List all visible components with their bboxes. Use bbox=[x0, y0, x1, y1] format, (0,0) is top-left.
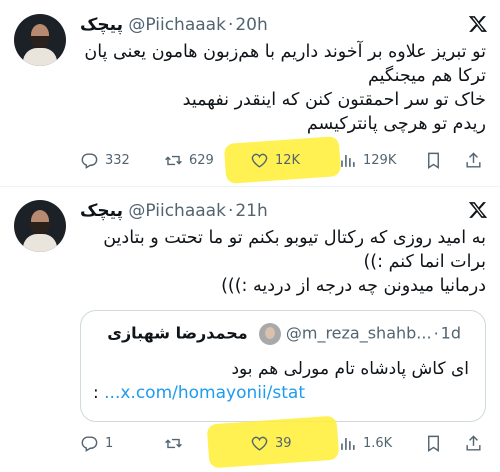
reply-button[interactable]: 1 bbox=[80, 431, 113, 455]
tweet-text-line: ترکا هم میجنگیم bbox=[367, 66, 486, 86]
like-button[interactable]: 39 bbox=[250, 431, 292, 455]
reply-count: 332 bbox=[105, 152, 130, 168]
tweet-actions: 332 629 12K 129K bbox=[80, 148, 486, 172]
quoted-tweet[interactable]: محمدرضا شهبازی @m_reza_shahb... · 1d ای کا… bbox=[80, 310, 486, 422]
quoted-tweet-header: محمدرضا شهبازی @m_reza_shahb... · 1d bbox=[107, 323, 461, 345]
quoted-avatar bbox=[258, 323, 281, 345]
heart-icon bbox=[251, 153, 268, 168]
reply-icon bbox=[81, 435, 98, 452]
quoted-timestamp: 1d bbox=[440, 323, 461, 343]
timestamp[interactable]: 20h bbox=[235, 15, 267, 35]
tweet-header: پیچک @Piichaaak · 21h bbox=[80, 201, 268, 221]
tweet-text-line: درمانیا میدونن چه درجه از دردیه :))) bbox=[221, 276, 486, 296]
bookmark-icon bbox=[428, 152, 439, 169]
quoted-text-prefix: : bbox=[93, 383, 105, 403]
tweet-text-line: برات انما کنم :)) bbox=[363, 252, 486, 272]
tweet-actions: 1 39 1.6K bbox=[80, 431, 486, 455]
views-count: 129K bbox=[363, 152, 397, 168]
views-icon bbox=[341, 437, 355, 450]
author-name[interactable]: پیچک bbox=[80, 201, 123, 221]
retweet-count: 629 bbox=[189, 152, 214, 168]
share-icon bbox=[466, 434, 481, 451]
quoted-author-name: محمدرضا شهبازی bbox=[107, 323, 248, 343]
tweet-text: تو تبریز علاوه بر آخوند داریم با هم‌زبون… bbox=[80, 40, 486, 136]
views-button[interactable]: 129K bbox=[338, 148, 396, 172]
reply-icon bbox=[81, 152, 98, 169]
like-count: 12K bbox=[275, 152, 301, 168]
share-icon bbox=[466, 151, 481, 168]
retweet-icon bbox=[165, 155, 182, 165]
views-count: 1.6K bbox=[363, 435, 393, 451]
bookmark-button[interactable] bbox=[424, 431, 443, 455]
tweet-text-line: به امید روزی که رکتال تیوبو بکنم تو ما ت… bbox=[103, 228, 486, 248]
author-handle[interactable]: @Piichaaak bbox=[128, 201, 226, 221]
timestamp[interactable]: 21h bbox=[235, 201, 267, 221]
quoted-text-line: ای کاش پادشاه تام مورلی هم بود bbox=[231, 359, 469, 379]
quoted-link[interactable]: ...x.com/homayonii/stat bbox=[104, 383, 305, 403]
heart-icon bbox=[251, 436, 268, 451]
like-count: 39 bbox=[275, 435, 292, 451]
tweet-text: به امید روزی که رکتال تیوبو بکنم تو ما ت… bbox=[80, 226, 486, 298]
x-logo-icon bbox=[468, 202, 488, 218]
bookmark-icon bbox=[428, 435, 439, 452]
reply-count: 1 bbox=[105, 435, 114, 451]
tweet-text-line: خاک تو سر احمقتون کنن که اینقدر نفهمید bbox=[182, 90, 486, 110]
bookmark-button[interactable] bbox=[424, 148, 443, 172]
tweet-1[interactable]: پیچک @Piichaaak · 20h تو تبریز علاوه بر آخ… bbox=[0, 0, 500, 184]
tweet-divider bbox=[0, 186, 500, 187]
avatar[interactable] bbox=[14, 14, 66, 66]
retweet-icon bbox=[165, 438, 182, 448]
tweet-text-line: تو تبریز علاوه بر آخوند داریم با هم‌زبون… bbox=[84, 42, 486, 62]
quoted-tweet-text: ای کاش پادشاه تام مورلی هم بود : ...x.co… bbox=[93, 357, 469, 405]
like-button[interactable]: 12K bbox=[250, 148, 300, 172]
tweet-text-line: ریدم تو هرچی پانترکیسم bbox=[306, 114, 486, 134]
quoted-author-handle: @m_reza_shahb... bbox=[285, 323, 432, 343]
share-button[interactable] bbox=[464, 431, 483, 455]
x-logo-icon bbox=[468, 16, 488, 32]
views-icon bbox=[341, 154, 355, 167]
retweet-button[interactable]: 629 bbox=[164, 148, 214, 172]
reply-button[interactable]: 332 bbox=[80, 148, 130, 172]
tweet-2[interactable]: پیچک @Piichaaak · 21h به امید روزی که رکتا… bbox=[0, 192, 500, 472]
share-button[interactable] bbox=[464, 148, 483, 172]
views-button[interactable]: 1.6K bbox=[338, 431, 392, 455]
tweet-header: پیچک @Piichaaak · 20h bbox=[80, 15, 268, 35]
retweet-button[interactable] bbox=[164, 431, 189, 455]
author-name[interactable]: پیچک bbox=[80, 15, 123, 35]
avatar[interactable] bbox=[14, 200, 66, 252]
author-handle[interactable]: @Piichaaak bbox=[128, 15, 226, 35]
